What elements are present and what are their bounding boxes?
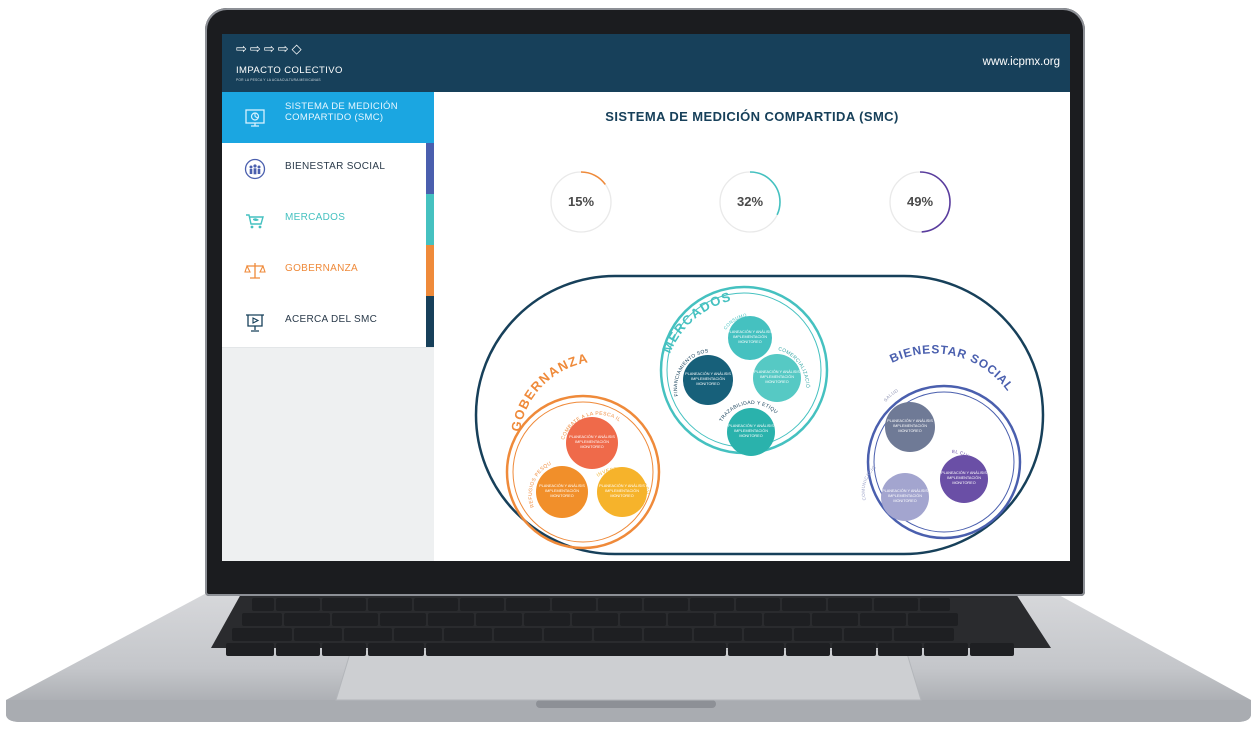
sidebar-item-mercados[interactable]: MERCADOS — [222, 194, 434, 246]
site-url[interactable]: www.icpmx.org — [983, 56, 1060, 68]
logo-name: IMPACTO COLECTIVO — [236, 65, 343, 76]
svg-text:PLANEACIÓN Y ANÁLISIS: PLANEACIÓN Y ANÁLISIS — [599, 483, 645, 488]
community-icon — [244, 158, 266, 180]
svg-text:MONITOREO: MONITOREO — [739, 434, 762, 438]
svg-text:MONITOREO: MONITOREO — [696, 382, 719, 386]
gauge-value: 49% — [906, 194, 934, 209]
svg-text:IMPLEMENTACIÓN: IMPLEMENTACIÓN — [888, 493, 922, 498]
svg-text:PLANEACIÓN Y ANÁLISIS: PLANEACIÓN Y ANÁLISIS — [727, 329, 773, 334]
gauge-value: 32% — [736, 194, 764, 209]
page-title: SISTEMA DE MEDICIÓN COMPARTIDA (SMC) — [605, 109, 899, 124]
sidebar-item-bienestar[interactable]: BIENESTAR SOCIAL — [222, 143, 434, 195]
svg-text:MONITOREO: MONITOREO — [580, 445, 603, 449]
sidebar-item-label: SISTEMA DE MEDICIÓN COMPARTIDO (SMC) — [285, 101, 398, 123]
svg-text:MONITOREO: MONITOREO — [893, 499, 916, 503]
keyboard-row — [232, 628, 954, 641]
sidebar-item-label: MERCADOS — [285, 212, 346, 223]
svg-text:IMPLEMENTACIÓN: IMPLEMENTACIÓN — [893, 423, 927, 428]
svg-text:PLANEACIÓN Y ANÁLISIS: PLANEACIÓN Y ANÁLISIS — [685, 371, 731, 376]
gauge-32: 32% — [718, 170, 782, 234]
keyboard-row — [242, 613, 958, 626]
gauge-15: 15% — [549, 170, 613, 234]
svg-text:IMPLEMENTACIÓN: IMPLEMENTACIÓN — [545, 488, 579, 493]
accent-bar — [426, 245, 434, 296]
smc-diagram: GOBERNANZA COMBATE A LA PESCA ILEGAL REF… — [472, 272, 1045, 556]
accent-bar — [426, 194, 434, 245]
svg-text:PLANEACIÓN Y ANÁLISIS: PLANEACIÓN Y ANÁLISIS — [728, 423, 774, 428]
svg-text:IMPLEMENTACIÓN: IMPLEMENTACIÓN — [734, 428, 768, 433]
svg-text:PLANEACIÓN Y ANÁLISIS: PLANEACIÓN Y ANÁLISIS — [887, 418, 933, 423]
keyboard-row — [226, 643, 1014, 656]
logo-tagline: POR LA PESCA Y LA ACUACULTURA MEXICANAS — [236, 78, 321, 82]
sidebar-item-label: GOBERNANZA — [285, 263, 359, 274]
keyboard-row — [252, 598, 950, 611]
sidebar-item-label: ACERCA DEL SMC — [285, 314, 378, 325]
main-content: SISTEMA DE MEDICIÓN COMPARTIDA (SMC) 15%… — [434, 92, 1070, 561]
sidebar: SISTEMA DE MEDICIÓN COMPARTIDO (SMC) BIE… — [222, 92, 434, 561]
svg-text:MONITOREO: MONITOREO — [765, 380, 788, 384]
svg-text:PLANEACIÓN Y ANÁLISIS: PLANEACIÓN Y ANÁLISIS — [941, 470, 987, 475]
svg-text:INVESTIGACIÓN PESQUERA: INVESTIGACIÓN PESQUERA — [472, 272, 651, 496]
accent-bar — [426, 143, 434, 194]
svg-text:SALUD: SALUD — [883, 388, 900, 403]
cart-fish-icon — [246, 214, 264, 229]
svg-text:IMPLEMENTACIÓN: IMPLEMENTACIÓN — [575, 439, 609, 444]
sidebar-item-label: BIENESTAR SOCIAL — [285, 161, 386, 172]
svg-text:MONITOREO: MONITOREO — [610, 494, 633, 498]
svg-text:IMPLEMENTACIÓN: IMPLEMENTACIÓN — [691, 376, 725, 381]
sidebar-item-acerca[interactable]: ACERCA DEL SMC — [222, 296, 434, 348]
sidebar-item-gobernanza[interactable]: GOBERNANZA — [222, 245, 434, 297]
scales-icon — [244, 263, 266, 279]
site-header: ⇨ ⇨ ⇨ ⇨ ◇ IMPACTO COLECTIVO POR LA PESCA Y L… — [222, 34, 1070, 92]
svg-text:PLANEACIÓN Y ANÁLISIS: PLANEACIÓN Y ANÁLISIS — [569, 434, 615, 439]
presentation-icon — [246, 314, 264, 332]
svg-text:MONITOREO: MONITOREO — [952, 481, 975, 485]
svg-text:MONITOREO: MONITOREO — [550, 494, 573, 498]
gauge-49: 49% — [888, 170, 952, 234]
logo-arrows-icon[interactable]: ⇨ ⇨ ⇨ ⇨ ◇ — [236, 43, 302, 57]
svg-text:COMBATE A LA PESCA ILEGAL: COMBATE A LA PESCA ILEGAL — [472, 272, 622, 441]
svg-text:IMPLEMENTACIÓN: IMPLEMENTACIÓN — [947, 475, 981, 480]
monitor-chart-icon — [245, 109, 265, 127]
svg-text:IMPLEMENTACIÓN: IMPLEMENTACIÓN — [760, 374, 794, 379]
sidebar-item-smc[interactable]: SISTEMA DE MEDICIÓN COMPARTIDO (SMC) — [222, 92, 434, 144]
svg-text:PLANEACIÓN Y ANÁLISIS: PLANEACIÓN Y ANÁLISIS — [882, 488, 928, 493]
svg-text:PLANEACIÓN Y ANÁLISIS: PLANEACIÓN Y ANÁLISIS — [754, 369, 800, 374]
svg-text:MONITOREO: MONITOREO — [898, 429, 921, 433]
gauge-value: 15% — [567, 194, 595, 209]
svg-text:IMPLEMENTACIÓN: IMPLEMENTACIÓN — [605, 488, 639, 493]
accent-bar — [426, 296, 434, 347]
svg-text:IMPLEMENTACIÓN: IMPLEMENTACIÓN — [733, 334, 767, 339]
svg-text:MONITOREO: MONITOREO — [738, 340, 761, 344]
svg-text:PLANEACIÓN Y ANÁLISIS: PLANEACIÓN Y ANÁLISIS — [539, 483, 585, 488]
mercados-title: MERCADOS — [659, 289, 733, 356]
screen: ⇨ ⇨ ⇨ ⇨ ◇ IMPACTO COLECTIVO POR LA PESCA Y L… — [222, 34, 1070, 561]
